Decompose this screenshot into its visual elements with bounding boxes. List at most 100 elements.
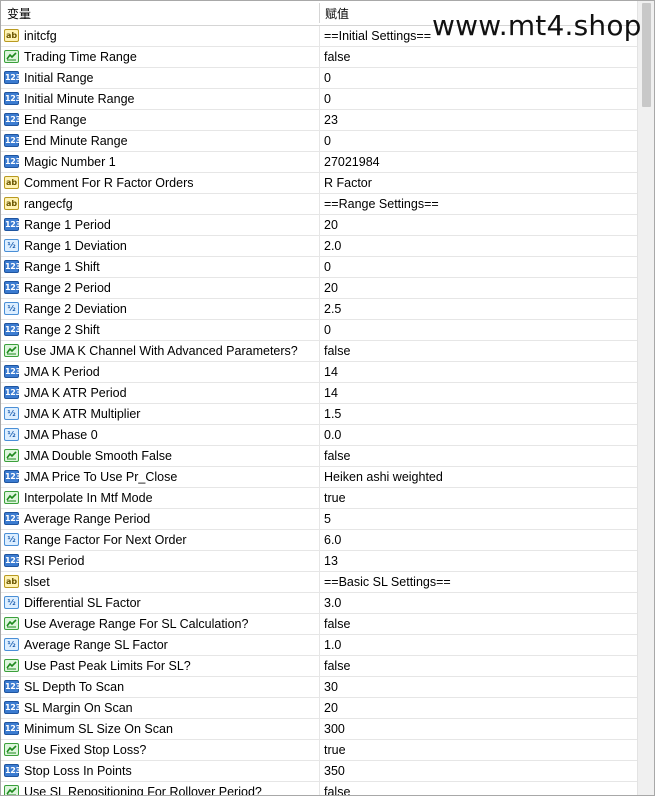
variable-value[interactable]: 14 [324,383,338,404]
variable-value[interactable]: 20 [324,215,338,236]
table-row[interactable]: JMA Double Smooth False false [1,446,637,467]
integer-type-icon: 123 [4,386,21,399]
variable-value[interactable]: 0.0 [324,425,341,446]
variable-name: Range 1 Shift [24,260,100,274]
table-row[interactable]: 123 Range 2 Period 20 [1,278,637,299]
table-row[interactable]: 123 SL Margin On Scan 20 [1,698,637,719]
variable-value[interactable]: 3.0 [324,593,341,614]
table-row[interactable]: 123 Magic Number 1 27021984 [1,152,637,173]
variable-value[interactable]: false [324,614,350,635]
column-divider [319,131,320,152]
watermark-text: www.mt4.shop [432,9,642,42]
header-divider[interactable] [319,3,320,23]
variable-value[interactable]: true [324,740,346,761]
variable-name: Average Range SL Factor [24,638,168,652]
table-row[interactable]: ½ Range 1 Deviation 2.0 [1,236,637,257]
variable-value[interactable]: 2.5 [324,299,341,320]
header-variable[interactable]: 变量 [7,1,31,25]
column-divider [319,740,320,761]
string-type-icon: ab [4,176,19,189]
table-row[interactable]: 123 JMA K Period 14 [1,362,637,383]
variable-name: Average Range Period [24,512,151,526]
table-row[interactable]: ab slset ==Basic SL Settings== [1,572,637,593]
table-row[interactable]: 123 Initial Range 0 [1,68,637,89]
table-row[interactable]: 123 End Minute Range 0 [1,131,637,152]
table-row[interactable]: ½ Differential SL Factor 3.0 [1,593,637,614]
table-row[interactable]: 123 Minimum SL Size On Scan 300 [1,719,637,740]
table-row[interactable]: ab Comment For R Factor Orders R Factor [1,173,637,194]
variable-value[interactable]: true [324,488,346,509]
variable-value[interactable]: 1.0 [324,635,341,656]
variable-value[interactable]: 2.0 [324,236,341,257]
table-row[interactable]: 123 Stop Loss In Points 350 [1,761,637,782]
header-value[interactable]: 赋值 [325,1,349,25]
table-row[interactable]: 123 Range 2 Shift 0 [1,320,637,341]
table-row[interactable]: Interpolate In Mtf Mode true [1,488,637,509]
variable-value[interactable]: 13 [324,551,338,572]
column-divider [319,89,320,110]
variable-value[interactable]: 0 [324,68,331,89]
table-row[interactable]: 123 JMA Price To Use Pr_Close Heiken ashi … [1,467,637,488]
column-divider [319,719,320,740]
variable-value[interactable]: 300 [324,719,345,740]
variable-value[interactable]: 0 [324,131,331,152]
double-type-icon: ½ [4,302,19,315]
table-row[interactable]: ½ JMA Phase 0 0.0 [1,425,637,446]
variable-value[interactable]: 30 [324,677,338,698]
variable-name: End Minute Range [24,134,128,148]
table-row[interactable]: 123 SL Depth To Scan 30 [1,677,637,698]
variable-value[interactable]: 5 [324,509,331,530]
variable-value[interactable]: false [324,47,350,68]
table-row[interactable]: ½ JMA K ATR Multiplier 1.5 [1,404,637,425]
variable-value[interactable]: 20 [324,698,338,719]
variable-value[interactable]: 0 [324,257,331,278]
variable-value[interactable]: false [324,656,350,677]
table-row[interactable]: 123 Average Range Period 5 [1,509,637,530]
table-row[interactable]: 123 Initial Minute Range 0 [1,89,637,110]
table-row[interactable]: Trading Time Range false [1,47,637,68]
scrollbar-thumb[interactable] [642,3,651,107]
table-row[interactable]: Use JMA K Channel With Advanced Paramete… [1,341,637,362]
variable-value[interactable]: 23 [324,110,338,131]
table-row[interactable]: 123 JMA K ATR Period 14 [1,383,637,404]
variable-value[interactable]: 27021984 [324,152,380,173]
variable-value[interactable]: 0 [324,320,331,341]
table-row[interactable]: Use Average Range For SL Calculation? fal… [1,614,637,635]
column-divider [319,110,320,131]
variable-value[interactable]: ==Range Settings== [324,194,439,215]
variable-value[interactable]: false [324,782,350,795]
variable-name: Range 2 Period [24,281,111,295]
column-divider [319,236,320,257]
variable-value[interactable]: 350 [324,761,345,782]
variable-value[interactable]: ==Initial Settings== [324,26,431,47]
column-divider [319,152,320,173]
string-type-icon: ab [4,29,19,42]
variable-value[interactable]: R Factor [324,173,372,194]
table-row[interactable]: 123 End Range 23 [1,110,637,131]
variable-value[interactable]: 1.5 [324,404,341,425]
boolean-type-icon [4,617,19,630]
table-row[interactable]: ½ Average Range SL Factor 1.0 [1,635,637,656]
variable-value[interactable]: 20 [324,278,338,299]
table-row[interactable]: 123 Range 1 Shift 0 [1,257,637,278]
variable-value[interactable]: 14 [324,362,338,383]
variable-value[interactable]: ==Basic SL Settings== [324,572,451,593]
table-row[interactable]: Use Past Peak Limits For SL? false [1,656,637,677]
table-row[interactable]: ½ Range 2 Deviation 2.5 [1,299,637,320]
table-row[interactable]: 123 RSI Period 13 [1,551,637,572]
variable-value[interactable]: Heiken ashi weighted [324,467,443,488]
variable-value[interactable]: false [324,341,350,362]
variable-value[interactable]: false [324,446,350,467]
table-row[interactable]: Use SL Repositioning For Rollover Period… [1,782,637,795]
variable-value[interactable]: 0 [324,89,331,110]
table-row[interactable]: ½ Range Factor For Next Order 6.0 [1,530,637,551]
table-row[interactable]: 123 Range 1 Period 20 [1,215,637,236]
table-row[interactable]: Use Fixed Stop Loss? true [1,740,637,761]
table-rows: ab initcfg ==Initial Settings== Trading Tim… [1,26,637,795]
variable-name: SL Margin On Scan [24,701,133,715]
vertical-scrollbar[interactable] [637,1,654,795]
variable-name: Interpolate In Mtf Mode [24,491,153,505]
table-row[interactable]: ab rangecfg ==Range Settings== [1,194,637,215]
double-type-icon: ½ [4,428,19,441]
variable-value[interactable]: 6.0 [324,530,341,551]
